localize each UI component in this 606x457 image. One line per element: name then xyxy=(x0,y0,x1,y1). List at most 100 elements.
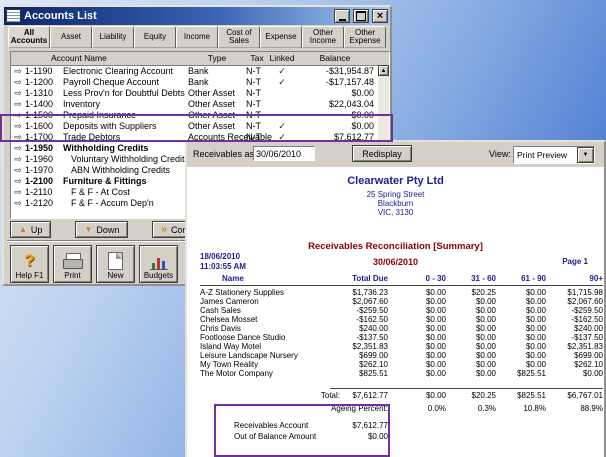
account-row-1-1400[interactable]: ⇨ 1-1400 Inventory Other Asset N-T $22,043.04 xyxy=(11,99,389,110)
tab-other-expense[interactable]: Other Expense xyxy=(344,26,386,48)
zoom-arrow-icon[interactable]: ⇨ xyxy=(11,110,25,121)
zoom-arrow-icon[interactable]: ⇨ xyxy=(11,99,25,110)
account-number: 1-1700 xyxy=(25,132,54,142)
ageing-90-plus: 88.9% xyxy=(580,404,603,413)
linked-cell xyxy=(268,110,296,121)
account-row-1-1310[interactable]: ⇨ 1-1310 Less Prov'n for Doubtful Debts Oth… xyxy=(11,88,389,99)
budgets-button[interactable]: Budgets xyxy=(139,245,178,283)
amount-cell: $825.51 xyxy=(517,369,546,378)
amount-cell: $2,067.60 xyxy=(567,297,603,306)
new-button[interactable]: New xyxy=(96,245,135,283)
accounts-tabs: All Accounts Asset Liability Equity Income Co… xyxy=(8,26,386,48)
button-label: Down xyxy=(96,224,120,235)
zoom-arrow-icon[interactable]: ⇨ xyxy=(11,187,25,198)
view-dropdown[interactable]: Print Preview ▼ xyxy=(513,146,595,164)
zoom-arrow-icon[interactable]: ⇨ xyxy=(11,88,25,99)
account-name: Deposits with Suppliers xyxy=(63,121,157,131)
tab-expense[interactable]: Expense xyxy=(260,26,302,48)
column-linked: Linked xyxy=(269,53,295,63)
scroll-up-button[interactable]: ▲ xyxy=(378,65,389,76)
account-row-1-1200[interactable]: ⇨ 1-1200 Payroll Cheque Account Bank N-T ✓ -$1… xyxy=(11,77,389,88)
tab-label: Liability xyxy=(99,31,127,41)
report-row-cash-sales: Cash Sales -$259.50 $0.00 $0.00 $0.00 -$259.5… xyxy=(200,306,603,315)
accounts-titlebar[interactable]: Accounts List × xyxy=(4,7,390,25)
company-name: Clearwater Pty Ltd xyxy=(347,175,444,187)
printer-icon xyxy=(62,253,84,270)
amount-cell: $0.00 xyxy=(425,315,446,324)
amount-cell: $0.00 xyxy=(525,297,546,306)
as-of-date-input[interactable] xyxy=(253,146,315,161)
tab-liability[interactable]: Liability xyxy=(92,26,134,48)
print-button[interactable]: Print xyxy=(53,245,92,283)
account-balance: $0.00 xyxy=(351,110,374,120)
down-arrow-icon: ▼ xyxy=(84,224,93,234)
close-icon: × xyxy=(376,9,384,22)
redisplay-button[interactable]: Redisplay xyxy=(352,145,412,162)
total-61-90-value: $825.51 xyxy=(517,391,546,400)
maximize-icon xyxy=(356,11,366,21)
account-number: 1-2120 xyxy=(25,198,54,208)
totals-separator xyxy=(330,388,603,389)
amount-cell: -$259.50 xyxy=(356,306,388,315)
customer-name: Chelsea Mosset xyxy=(200,315,258,324)
up-button[interactable]: ▲ Up xyxy=(10,221,52,238)
zoom-arrow-icon[interactable]: ⇨ xyxy=(11,143,25,154)
zoom-arrow-icon[interactable]: ⇨ xyxy=(11,66,25,77)
amount-cell: $20.25 xyxy=(471,288,496,297)
down-button[interactable]: ▼ Down xyxy=(75,221,129,238)
account-row-1-1500[interactable]: ⇨ 1-1500 Prepaid Insurance Other Asset N-T $0… xyxy=(11,110,389,121)
combine-icon: » xyxy=(161,223,167,235)
account-number: 1-1600 xyxy=(25,121,54,131)
amount-cell: $699.00 xyxy=(574,351,603,360)
linked-checkmark-icon: ✓ xyxy=(278,77,286,87)
amount-cell: -$137.50 xyxy=(571,333,603,342)
report-row-island-way-motel: Island Way Motel $2,351.83 $0.00 $0.00 $0.00… xyxy=(200,342,603,351)
maximize-button[interactable] xyxy=(353,9,369,23)
dropdown-arrow-icon[interactable]: ▼ xyxy=(577,147,594,163)
close-button[interactable]: × xyxy=(372,9,388,23)
account-type: Bank xyxy=(188,77,209,87)
tab-label: Equity xyxy=(143,31,167,41)
tab-cost-of-sales[interactable]: Cost of Sales xyxy=(218,26,260,48)
zoom-arrow-icon[interactable]: ⇨ xyxy=(11,77,25,88)
account-number: 1-2100 xyxy=(25,176,54,186)
linked-cell xyxy=(268,88,296,99)
account-balance: $0.00 xyxy=(351,88,374,98)
customer-name: A-Z Stationery Supplies xyxy=(200,288,285,297)
customer-name: James Cameron xyxy=(200,297,259,306)
amount-cell: $262.10 xyxy=(359,360,388,369)
zoom-arrow-icon[interactable]: ⇨ xyxy=(11,176,25,187)
bottom-toolbar: ? Help F1 Print New Budgets xyxy=(10,245,178,283)
budgets-icon xyxy=(149,255,168,270)
amount-cell: $0.00 xyxy=(525,324,546,333)
zoom-arrow-icon[interactable]: ⇨ xyxy=(11,121,25,132)
tab-equity[interactable]: Equity xyxy=(134,26,176,48)
amount-cell: $2,351.83 xyxy=(352,342,388,351)
receivables-account-label: Receivables Account xyxy=(234,421,309,430)
tab-all-accounts[interactable]: All Accounts xyxy=(8,26,50,48)
tab-other-income[interactable]: Other Income xyxy=(302,26,344,48)
customer-name: Chris Davis xyxy=(200,324,241,333)
zoom-arrow-icon[interactable]: ⇨ xyxy=(11,198,25,209)
button-label: Print xyxy=(64,271,81,280)
account-row-1-1190[interactable]: ⇨ 1-1190 Electronic Clearing Account Bank N-… xyxy=(11,66,389,77)
zoom-arrow-icon[interactable]: ⇨ xyxy=(11,165,25,176)
tab-income[interactable]: Income xyxy=(176,26,218,48)
help-f1-button[interactable]: ? Help F1 xyxy=(10,245,49,283)
account-row-1-1600[interactable]: ⇨ 1-1600 Deposits with Suppliers Other Asse… xyxy=(11,121,389,132)
zoom-arrow-icon[interactable]: ⇨ xyxy=(11,154,25,165)
amount-cell: $1,715.98 xyxy=(567,288,603,297)
account-number: 1-1310 xyxy=(25,88,54,98)
tab-asset[interactable]: Asset xyxy=(50,26,92,48)
column-31-60: 31 - 60 xyxy=(471,274,496,283)
amount-cell: $262.10 xyxy=(574,360,603,369)
out-of-balance-value: $0.00 xyxy=(367,432,388,441)
zoom-arrow-icon[interactable]: ⇨ xyxy=(11,132,25,143)
minimize-button[interactable] xyxy=(334,9,350,23)
printed-time: 11:03:55 AM xyxy=(200,262,246,271)
amount-cell: $699.00 xyxy=(359,351,388,360)
report-rows: A-Z Stationery Supplies $1,736.23 $0.00 $20… xyxy=(200,288,603,378)
amount-cell: $0.00 xyxy=(425,324,446,333)
column-61-90: 61 - 90 xyxy=(521,274,546,283)
ageing-31-60: 0.3% xyxy=(477,404,496,413)
